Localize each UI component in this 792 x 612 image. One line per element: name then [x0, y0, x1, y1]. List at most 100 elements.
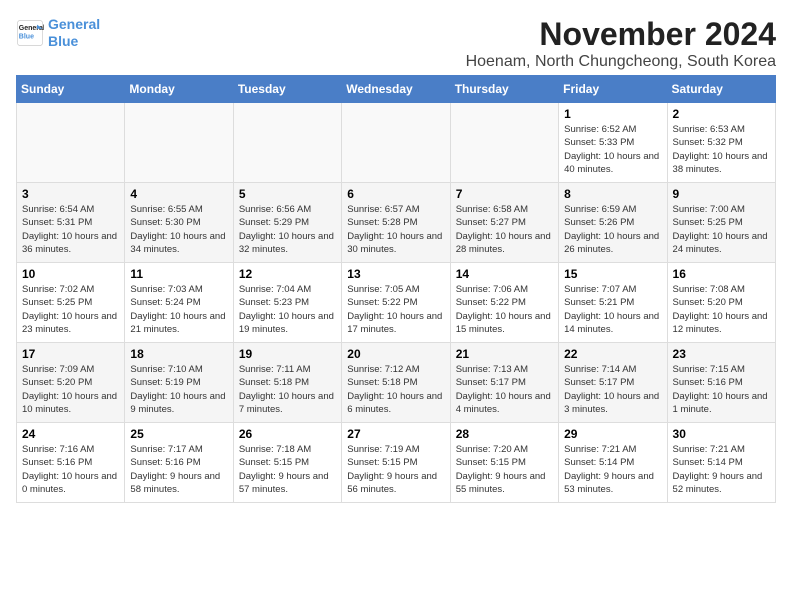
calendar-day-header: Sunday — [17, 76, 125, 103]
day-number: 11 — [130, 267, 227, 281]
day-number: 27 — [347, 427, 444, 441]
day-info: Sunrise: 7:20 AM Sunset: 5:15 PM Dayligh… — [456, 443, 553, 496]
calendar-table: SundayMondayTuesdayWednesdayThursdayFrid… — [16, 75, 776, 503]
calendar-day-header: Thursday — [450, 76, 558, 103]
day-info: Sunrise: 7:21 AM Sunset: 5:14 PM Dayligh… — [673, 443, 770, 496]
calendar-cell: 1 Sunrise: 6:52 AM Sunset: 5:33 PM Daylig… — [559, 103, 667, 183]
calendar-cell: 4 Sunrise: 6:55 AM Sunset: 5:30 PM Daylig… — [125, 183, 233, 263]
day-number: 21 — [456, 347, 553, 361]
calendar-cell: 18 Sunrise: 7:10 AM Sunset: 5:19 PM Dayli… — [125, 343, 233, 423]
calendar-day-header: Saturday — [667, 76, 775, 103]
day-info: Sunrise: 7:12 AM Sunset: 5:18 PM Dayligh… — [347, 363, 444, 416]
calendar-cell — [125, 103, 233, 183]
calendar-day-header: Tuesday — [233, 76, 341, 103]
day-info: Sunrise: 7:06 AM Sunset: 5:22 PM Dayligh… — [456, 283, 553, 336]
day-info: Sunrise: 6:57 AM Sunset: 5:28 PM Dayligh… — [347, 203, 444, 256]
day-info: Sunrise: 6:52 AM Sunset: 5:33 PM Dayligh… — [564, 123, 661, 176]
day-number: 23 — [673, 347, 770, 361]
day-number: 7 — [456, 187, 553, 201]
day-number: 30 — [673, 427, 770, 441]
calendar-cell: 27 Sunrise: 7:19 AM Sunset: 5:15 PM Dayli… — [342, 423, 450, 503]
day-number: 17 — [22, 347, 119, 361]
calendar-cell: 19 Sunrise: 7:11 AM Sunset: 5:18 PM Dayli… — [233, 343, 341, 423]
svg-text:Blue: Blue — [19, 33, 34, 40]
day-info: Sunrise: 6:55 AM Sunset: 5:30 PM Dayligh… — [130, 203, 227, 256]
day-info: Sunrise: 7:10 AM Sunset: 5:19 PM Dayligh… — [130, 363, 227, 416]
day-number: 9 — [673, 187, 770, 201]
calendar-cell: 3 Sunrise: 6:54 AM Sunset: 5:31 PM Daylig… — [17, 183, 125, 263]
calendar-cell: 17Sunrise: 7:09 AM Sunset: 5:20 PM Dayli… — [17, 343, 125, 423]
day-number: 6 — [347, 187, 444, 201]
day-number: 10 — [22, 267, 119, 281]
day-info: Sunrise: 6:54 AM Sunset: 5:31 PM Dayligh… — [22, 203, 119, 256]
calendar-cell: 22Sunrise: 7:14 AM Sunset: 5:17 PM Dayli… — [559, 343, 667, 423]
general-blue-logo-icon: General Blue — [16, 19, 44, 47]
calendar-cell: 24Sunrise: 7:16 AM Sunset: 5:16 PM Dayli… — [17, 423, 125, 503]
day-number: 13 — [347, 267, 444, 281]
calendar-cell: 8 Sunrise: 6:59 AM Sunset: 5:26 PM Daylig… — [559, 183, 667, 263]
day-number: 5 — [239, 187, 336, 201]
day-number: 12 — [239, 267, 336, 281]
calendar-cell: 15 Sunrise: 7:07 AM Sunset: 5:21 PM Dayli… — [559, 263, 667, 343]
day-number: 25 — [130, 427, 227, 441]
day-number: 15 — [564, 267, 661, 281]
day-number: 28 — [456, 427, 553, 441]
day-info: Sunrise: 7:04 AM Sunset: 5:23 PM Dayligh… — [239, 283, 336, 336]
calendar-cell: 12 Sunrise: 7:04 AM Sunset: 5:23 PM Dayli… — [233, 263, 341, 343]
day-info: Sunrise: 6:53 AM Sunset: 5:32 PM Dayligh… — [673, 123, 770, 176]
day-number: 3 — [22, 187, 119, 201]
calendar-cell: 9 Sunrise: 7:00 AM Sunset: 5:25 PM Daylig… — [667, 183, 775, 263]
day-number: 26 — [239, 427, 336, 441]
day-info: Sunrise: 7:07 AM Sunset: 5:21 PM Dayligh… — [564, 283, 661, 336]
day-number: 18 — [130, 347, 227, 361]
day-info: Sunrise: 7:17 AM Sunset: 5:16 PM Dayligh… — [130, 443, 227, 496]
logo-text2: Blue — [48, 33, 100, 50]
calendar-week-row: 10Sunrise: 7:02 AM Sunset: 5:25 PM Dayli… — [17, 263, 776, 343]
day-number: 16 — [673, 267, 770, 281]
day-info: Sunrise: 7:21 AM Sunset: 5:14 PM Dayligh… — [564, 443, 661, 496]
day-info: Sunrise: 7:05 AM Sunset: 5:22 PM Dayligh… — [347, 283, 444, 336]
day-info: Sunrise: 7:08 AM Sunset: 5:20 PM Dayligh… — [673, 283, 770, 336]
day-info: Sunrise: 7:00 AM Sunset: 5:25 PM Dayligh… — [673, 203, 770, 256]
subtitle: Hoenam, North Chungcheong, South Korea — [466, 53, 776, 71]
calendar-day-header: Wednesday — [342, 76, 450, 103]
calendar-cell: 28 Sunrise: 7:20 AM Sunset: 5:15 PM Dayli… — [450, 423, 558, 503]
calendar-cell: 13 Sunrise: 7:05 AM Sunset: 5:22 PM Dayli… — [342, 263, 450, 343]
logo-text: General — [48, 16, 100, 33]
calendar-cell: 26Sunrise: 7:18 AM Sunset: 5:15 PM Dayli… — [233, 423, 341, 503]
day-number: 14 — [456, 267, 553, 281]
day-number: 19 — [239, 347, 336, 361]
calendar-cell: 20Sunrise: 7:12 AM Sunset: 5:18 PM Dayli… — [342, 343, 450, 423]
day-info: Sunrise: 7:19 AM Sunset: 5:15 PM Dayligh… — [347, 443, 444, 496]
logo: General Blue General Blue — [16, 16, 100, 50]
calendar-cell: 7Sunrise: 6:58 AM Sunset: 5:27 PM Daylig… — [450, 183, 558, 263]
calendar-cell: 11 Sunrise: 7:03 AM Sunset: 5:24 PM Dayli… — [125, 263, 233, 343]
calendar-cell — [342, 103, 450, 183]
calendar-cell — [450, 103, 558, 183]
day-info: Sunrise: 7:13 AM Sunset: 5:17 PM Dayligh… — [456, 363, 553, 416]
calendar-week-row: 1 Sunrise: 6:52 AM Sunset: 5:33 PM Daylig… — [17, 103, 776, 183]
day-number: 4 — [130, 187, 227, 201]
calendar-week-row: 17Sunrise: 7:09 AM Sunset: 5:20 PM Dayli… — [17, 343, 776, 423]
calendar-header-row: SundayMondayTuesdayWednesdayThursdayFrid… — [17, 76, 776, 103]
calendar-cell: 29 Sunrise: 7:21 AM Sunset: 5:14 PM Dayli… — [559, 423, 667, 503]
calendar-cell — [17, 103, 125, 183]
main-title: November 2024 — [466, 16, 776, 53]
day-info: Sunrise: 7:14 AM Sunset: 5:17 PM Dayligh… — [564, 363, 661, 416]
calendar-week-row: 24Sunrise: 7:16 AM Sunset: 5:16 PM Dayli… — [17, 423, 776, 503]
calendar-cell: 21 Sunrise: 7:13 AM Sunset: 5:17 PM Dayli… — [450, 343, 558, 423]
calendar-cell: 30 Sunrise: 7:21 AM Sunset: 5:14 PM Dayli… — [667, 423, 775, 503]
calendar-day-header: Monday — [125, 76, 233, 103]
day-number: 8 — [564, 187, 661, 201]
day-info: Sunrise: 7:03 AM Sunset: 5:24 PM Dayligh… — [130, 283, 227, 336]
calendar-cell: 23Sunrise: 7:15 AM Sunset: 5:16 PM Dayli… — [667, 343, 775, 423]
day-info: Sunrise: 7:11 AM Sunset: 5:18 PM Dayligh… — [239, 363, 336, 416]
calendar-cell: 6 Sunrise: 6:57 AM Sunset: 5:28 PM Daylig… — [342, 183, 450, 263]
calendar-cell — [233, 103, 341, 183]
day-info: Sunrise: 6:59 AM Sunset: 5:26 PM Dayligh… — [564, 203, 661, 256]
calendar-cell: 25 Sunrise: 7:17 AM Sunset: 5:16 PM Dayli… — [125, 423, 233, 503]
logo-line1: General — [48, 16, 100, 32]
calendar-cell: 14 Sunrise: 7:06 AM Sunset: 5:22 PM Dayli… — [450, 263, 558, 343]
day-number: 29 — [564, 427, 661, 441]
day-number: 1 — [564, 107, 661, 121]
